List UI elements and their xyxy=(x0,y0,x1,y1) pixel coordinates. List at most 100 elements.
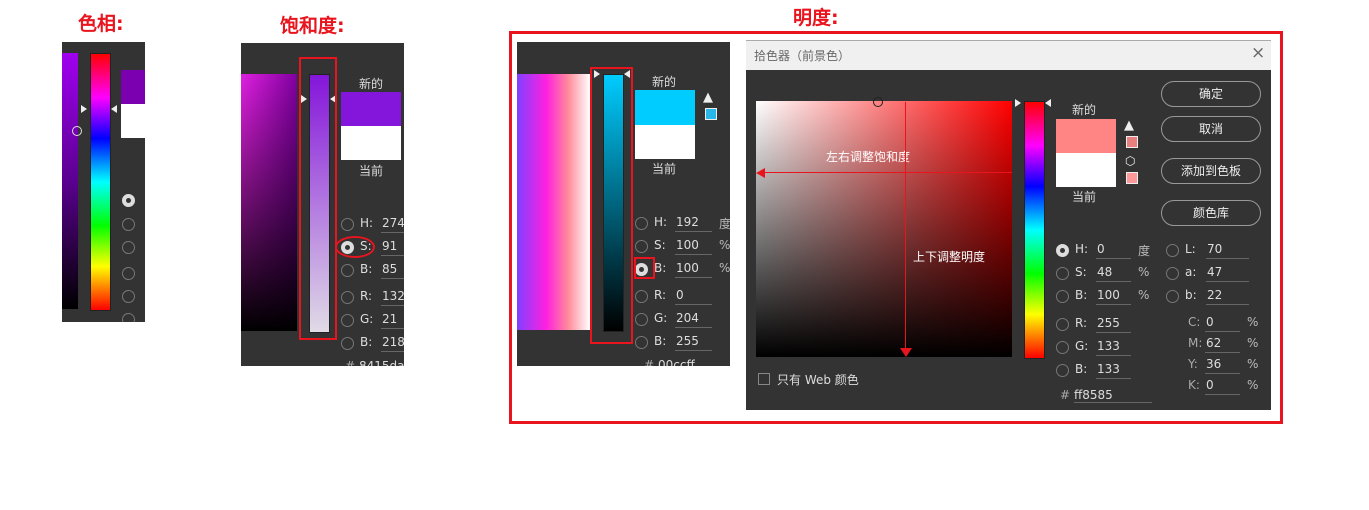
heading-hue: 色相: xyxy=(78,13,124,35)
field-input[interactable]: 132 xyxy=(381,289,404,306)
field-input[interactable]: 0 xyxy=(1096,242,1131,259)
dialog-title: 拾色器（前景色） xyxy=(754,49,851,63)
radio-b[interactable] xyxy=(341,337,354,350)
hue-panel xyxy=(62,42,145,322)
field-input[interactable]: 218 xyxy=(381,335,404,352)
field-input[interactable]: 274 xyxy=(381,216,404,233)
field-label: Y: xyxy=(1188,357,1198,371)
ok-button[interactable]: 确定 xyxy=(1161,81,1261,107)
radio-s[interactable] xyxy=(122,218,135,231)
field-label: R: xyxy=(360,289,373,303)
radio-a[interactable] xyxy=(1166,267,1179,280)
field-input[interactable]: 70 xyxy=(1206,242,1249,259)
hue-slider[interactable] xyxy=(90,53,111,311)
field-input[interactable]: 85 xyxy=(381,262,404,279)
color-field[interactable] xyxy=(756,101,1012,357)
add-to-swatches-button[interactable]: 添加到色板 xyxy=(1161,158,1261,184)
radio-r[interactable] xyxy=(122,267,135,280)
field-input[interactable]: 255 xyxy=(1096,316,1131,333)
color-picker-circle[interactable] xyxy=(72,126,82,136)
radio-b[interactable] xyxy=(341,264,354,277)
field-unit: % xyxy=(1247,378,1259,392)
web-safe-cube-icon[interactable]: ⬡ xyxy=(1125,154,1135,168)
radio-b2[interactable] xyxy=(122,313,135,322)
highlight-box xyxy=(299,57,337,340)
hue-slider[interactable] xyxy=(1024,101,1045,359)
slider-handle-left-icon[interactable] xyxy=(81,105,87,113)
radio-b[interactable] xyxy=(122,241,135,254)
highlight-ellipse xyxy=(335,236,375,258)
color-field[interactable] xyxy=(241,74,297,331)
field-input[interactable]: 91 xyxy=(381,239,404,256)
web-only-checkbox[interactable] xyxy=(758,373,770,385)
slider-handle-right-icon[interactable] xyxy=(111,105,117,113)
field-input[interactable]: 133 xyxy=(1096,362,1131,379)
field-label: B: xyxy=(1075,288,1088,302)
field-input[interactable]: 0 xyxy=(1205,315,1240,332)
color-picker-circle[interactable] xyxy=(873,97,883,107)
arrow-left-icon xyxy=(756,168,765,178)
color-libraries-button[interactable]: 颜色库 xyxy=(1161,200,1261,226)
field-input[interactable]: 36 xyxy=(1205,357,1240,374)
close-icon[interactable]: × xyxy=(1251,43,1265,63)
field-label: R: xyxy=(1075,316,1088,330)
cancel-button[interactable]: 取消 xyxy=(1161,116,1261,142)
field-input[interactable]: 62 xyxy=(1205,336,1240,353)
radio-h[interactable] xyxy=(122,194,135,207)
field-unit: % xyxy=(1247,357,1259,371)
current-color-swatch xyxy=(121,104,145,138)
new-color-swatch xyxy=(121,70,145,104)
field-label: M: xyxy=(1188,336,1203,350)
new-label: 新的 xyxy=(359,77,384,91)
gamut-swatch[interactable] xyxy=(1126,136,1138,148)
field-label: a: xyxy=(1185,265,1197,279)
field-label: K: xyxy=(1188,378,1200,392)
field-label: B: xyxy=(360,262,373,276)
field-label: H: xyxy=(360,216,374,230)
hex-input[interactable]: ff8585 xyxy=(1074,388,1152,403)
field-input[interactable]: 48 xyxy=(1096,265,1131,282)
new-color-swatch xyxy=(341,92,401,126)
radio-b[interactable] xyxy=(1056,364,1069,377)
field-input[interactable]: 47 xyxy=(1206,265,1249,282)
radio-g[interactable] xyxy=(1056,341,1069,354)
field-input[interactable]: 0 xyxy=(1205,378,1240,395)
field-unit: % xyxy=(1247,336,1259,350)
color-field[interactable] xyxy=(62,53,78,309)
field-label: G: xyxy=(360,312,374,326)
field-input[interactable]: 21 xyxy=(381,312,404,329)
field-input[interactable]: 133 xyxy=(1096,339,1131,356)
slider-handle-left-icon[interactable] xyxy=(1015,99,1021,107)
radio-l[interactable] xyxy=(1166,244,1179,257)
annotation-brightness: 上下调整明度 xyxy=(913,250,986,264)
gamut-warning-icon[interactable]: ▲ xyxy=(1124,118,1134,133)
annotation-saturation: 左右调整饱和度 xyxy=(826,150,911,164)
field-input[interactable]: 100 xyxy=(1096,288,1131,305)
field-input[interactable]: 22 xyxy=(1206,288,1249,305)
field-label: S: xyxy=(1075,265,1087,279)
slider-handle-right-icon[interactable] xyxy=(1045,99,1051,107)
radio-g[interactable] xyxy=(122,290,135,303)
field-label: G: xyxy=(1075,339,1089,353)
radio-s[interactable] xyxy=(1056,267,1069,280)
radio-r[interactable] xyxy=(1056,318,1069,331)
field-unit: % xyxy=(1247,315,1259,329)
field-label: B: xyxy=(360,335,373,349)
hex-label: # xyxy=(345,359,356,366)
radio-b[interactable] xyxy=(1166,290,1179,303)
radio-b[interactable] xyxy=(1056,290,1069,303)
radio-g[interactable] xyxy=(341,314,354,327)
current-color-swatch xyxy=(1056,153,1116,187)
web-only-label: 只有 Web 颜色 xyxy=(777,373,859,387)
annotation-v-line xyxy=(905,102,906,352)
field-unit: 度 xyxy=(1138,244,1151,258)
hex-input[interactable]: 8415da xyxy=(359,359,404,366)
arrow-down-icon xyxy=(900,348,912,357)
field-label: L: xyxy=(1185,242,1196,256)
radio-r[interactable] xyxy=(341,291,354,304)
web-safe-swatch[interactable] xyxy=(1126,172,1138,184)
radio-h[interactable] xyxy=(341,218,354,231)
radio-h[interactable] xyxy=(1056,244,1069,257)
field-label: C: xyxy=(1188,315,1201,329)
field-unit: % xyxy=(1138,265,1150,279)
